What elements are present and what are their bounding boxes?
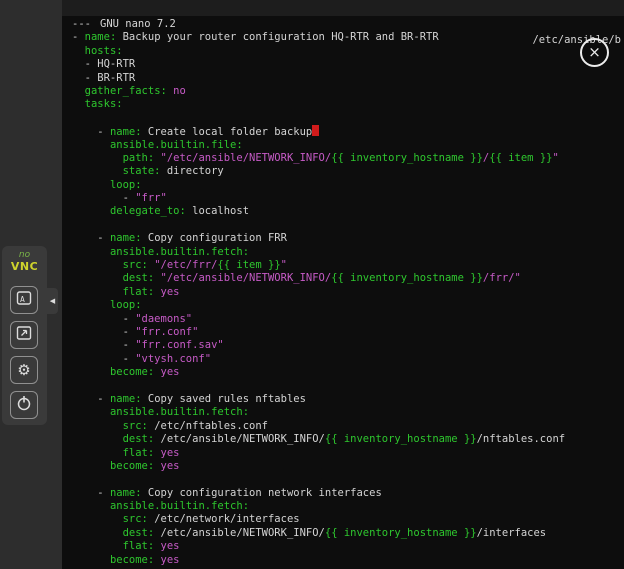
editor-line: become: yes [72, 366, 624, 379]
svg-text:A: A [20, 295, 25, 304]
editor-line: dest: /etc/ansible/NETWORK_INFO/{{ inven… [72, 433, 624, 446]
nano-titlebar: GNU nano 7.2 /etc/ansible/b [62, 0, 624, 16]
close-icon: × [588, 43, 601, 61]
text-cursor [312, 125, 318, 136]
editor-line [72, 380, 624, 393]
editor-line: become: yes [72, 460, 624, 473]
editor-line: become: yes [72, 554, 624, 567]
editor-line: --- [72, 18, 624, 31]
editor-line: - name: Copy configuration FRR [72, 232, 624, 245]
editor-line: - BR-RTR [72, 72, 624, 85]
clipboard-icon: A [15, 289, 33, 311]
editor-line: dest: "/etc/ansible/NETWORK_INFO/{{ inve… [72, 272, 624, 285]
editor-line: flat: yes [72, 540, 624, 553]
gear-icon: ⚙ [17, 361, 30, 379]
editor-line: - name: Create local folder backup [72, 125, 624, 138]
editor-line: - name: Copy saved rules nftables [72, 393, 624, 406]
editor-line: src: /etc/nftables.conf [72, 420, 624, 433]
fullscreen-icon [15, 324, 33, 346]
editor-line: - name: Copy configuration network inter… [72, 487, 624, 500]
editor-line [72, 473, 624, 486]
editor-line: ansible.builtin.fetch: [72, 406, 624, 419]
editor-line: src: /etc/network/interfaces [72, 513, 624, 526]
novnc-logo-bottom: VNC [2, 261, 47, 272]
editor-line: - "frr" [72, 192, 624, 205]
fullscreen-button[interactable] [10, 321, 38, 349]
settings-button[interactable]: ⚙ [10, 356, 38, 384]
editor-line: hosts: [72, 45, 624, 58]
editor-line: ansible.builtin.fetch: [72, 246, 624, 259]
editor-line: - HQ-RTR [72, 58, 624, 71]
editor-line: src: "/etc/frr/{{ item }}" [72, 259, 624, 272]
editor-line: state: directory [72, 165, 624, 178]
power-button[interactable] [10, 391, 38, 419]
editor-line: loop: [72, 179, 624, 192]
editor-line: - "frr.conf" [72, 326, 624, 339]
vnc-control-bar: no VNC A ⚙ [2, 246, 47, 425]
editor-line: path: "/etc/ansible/NETWORK_INFO/{{ inve… [72, 152, 624, 165]
close-button[interactable]: × [580, 38, 609, 67]
editor-line: dest: /etc/ansible/NETWORK_INFO/{{ inven… [72, 527, 624, 540]
chevron-left-icon: ◀ [50, 297, 55, 305]
editor-line: - "vtysh.conf" [72, 353, 624, 366]
editor-lines[interactable]: ---- name: Backup your router configurat… [72, 18, 624, 569]
editor-line [72, 112, 624, 125]
terminal-window[interactable]: GNU nano 7.2 /etc/ansible/b ---- name: B… [62, 0, 624, 569]
power-icon [15, 394, 33, 416]
editor-line: flat: yes [72, 286, 624, 299]
editor-line: tasks: [72, 98, 624, 111]
editor-line: delegate_to: localhost [72, 205, 624, 218]
novnc-logo: no VNC [2, 246, 47, 272]
clipboard-button[interactable]: A [10, 286, 38, 314]
editor-line: gather_facts: no [72, 85, 624, 98]
editor-line: ansible.builtin.file: [72, 139, 624, 152]
editor-line: ansible.builtin.fetch: [72, 500, 624, 513]
editor-line: - name: Backup your router configuration… [72, 31, 624, 44]
editor-line [72, 219, 624, 232]
editor-line: flat: yes [72, 447, 624, 460]
control-bar-handle[interactable]: ◀ [47, 288, 58, 314]
editor-line: loop: [72, 299, 624, 312]
editor-line: - "frr.conf.sav" [72, 339, 624, 352]
editor-line: - "daemons" [72, 313, 624, 326]
